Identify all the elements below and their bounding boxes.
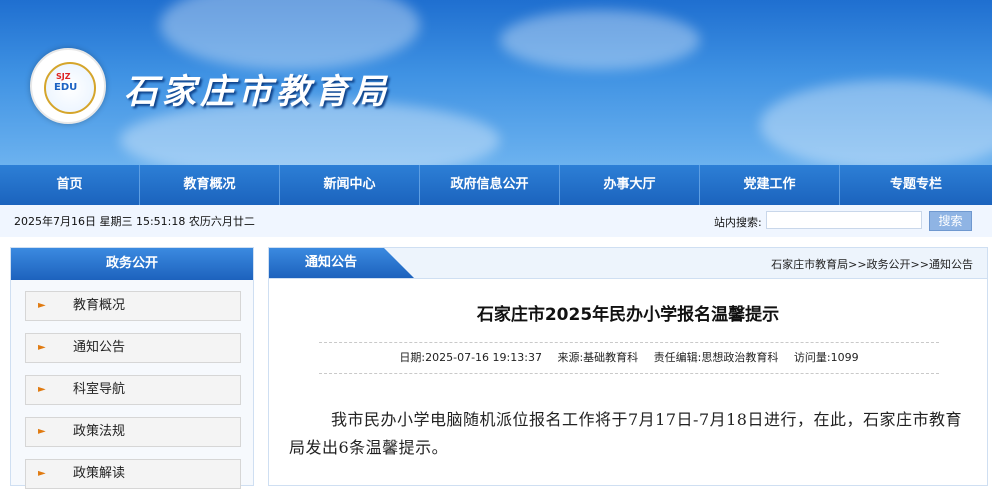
tab-notices[interactable]: 通知公告	[269, 248, 414, 278]
site-logo[interactable]: SJZ EDU	[30, 48, 106, 124]
sidebar-item-interpretation[interactable]: ► 政策解读	[25, 459, 241, 489]
article-editor: 责任编辑:思想政治教育科	[653, 351, 779, 364]
content-header: 通知公告 石家庄市教育局>>政务公开>>通知公告	[269, 248, 987, 279]
search-button[interactable]: 搜索	[929, 211, 972, 231]
sidebar-item-notices[interactable]: ► 通知公告	[25, 333, 241, 363]
cloud-decoration	[760, 80, 992, 165]
arrow-right-icon: ►	[38, 300, 46, 311]
sidebar-item-departments[interactable]: ► 科室导航	[25, 375, 241, 405]
arrow-right-icon: ►	[38, 468, 46, 479]
breadcrumb[interactable]: 石家庄市教育局>>政务公开>>通知公告	[771, 256, 973, 272]
nav-item-overview[interactable]: 教育概况	[140, 165, 280, 205]
article-paragraph: 我市民办小学电脑随机派位报名工作将于7月17日-7月18日进行，在此，石家庄市教…	[289, 410, 962, 457]
article-meta: 日期:2025-07-16 19:13:37 来源:基础教育科 责任编辑:思想政…	[319, 342, 939, 374]
current-datetime: 2025年7月16日 星期三 15:51:18 农历六月廿二	[14, 215, 255, 228]
nav-item-service-hall[interactable]: 办事大厅	[560, 165, 700, 205]
info-bar: 2025年7月16日 星期三 15:51:18 农历六月廿二 站内搜索: 搜索	[0, 205, 992, 237]
content-panel: 通知公告 石家庄市教育局>>政务公开>>通知公告 石家庄市2025年民办小学报名…	[268, 247, 988, 486]
article-date: 日期:2025-07-16 19:13:37	[399, 351, 542, 364]
sidebar-title: 政务公开	[11, 248, 253, 280]
sidebar-item-label: 政策法规	[73, 424, 126, 439]
arrow-right-icon: ►	[38, 342, 46, 353]
sidebar-item-regulations[interactable]: ► 政策法规	[25, 417, 241, 447]
search-label: 站内搜索:	[714, 216, 762, 229]
sidebar: 政务公开 ► 教育概况 ► 通知公告 ► 科室导航 ► 政策法规 ► 政策解读	[10, 247, 254, 489]
sidebar-item-label: 教育概况	[73, 298, 126, 313]
nav-item-home[interactable]: 首页	[0, 165, 140, 205]
main-nav: 首页 教育概况 新闻中心 政府信息公开 办事大厅 党建工作 专题专栏	[0, 165, 992, 205]
nav-item-party[interactable]: 党建工作	[700, 165, 840, 205]
nav-item-gov-info[interactable]: 政府信息公开	[420, 165, 560, 205]
arrow-right-icon: ►	[38, 384, 46, 395]
sidebar-item-label: 科室导航	[73, 382, 126, 397]
sidebar-item-overview[interactable]: ► 教育概况	[25, 291, 241, 321]
article-title: 石家庄市2025年民办小学报名温馨提示	[476, 305, 780, 325]
sidebar-item-label: 通知公告	[73, 340, 126, 355]
search-input[interactable]	[766, 211, 922, 229]
article-source: 来源:基础教育科	[557, 351, 639, 364]
header-banner: SJZ EDU 石家庄市教育局	[0, 0, 992, 165]
arrow-right-icon: ►	[38, 426, 46, 437]
article-views: 访问量:1099	[793, 351, 859, 364]
nav-item-news[interactable]: 新闻中心	[280, 165, 420, 205]
cloud-decoration	[500, 10, 700, 70]
sidebar-item-label: 政策解读	[73, 466, 126, 481]
logo-text: EDU	[54, 82, 78, 93]
cloud-decoration	[160, 0, 420, 70]
nav-item-special[interactable]: 专题专栏	[840, 165, 992, 205]
logo-subtext: SJZ	[56, 72, 71, 81]
site-title: 石家庄市教育局	[124, 72, 390, 112]
logo-emblem: SJZ EDU	[44, 62, 96, 114]
